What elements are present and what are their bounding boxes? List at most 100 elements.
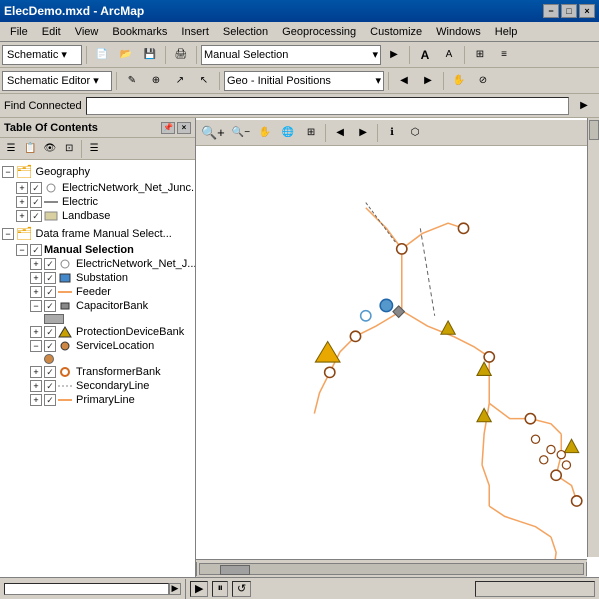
layer-secondaryline[interactable]: + ✓ SecondaryLine [28,379,195,393]
sec-expand[interactable]: + [30,380,42,392]
save-button[interactable]: 💾 [139,44,161,66]
manual-selection-dropdown[interactable]: Manual Selection ▾ [201,45,381,65]
layer-check-2[interactable]: ✓ [30,196,42,208]
font-a-button[interactable]: A [414,44,436,66]
toc-list-view[interactable]: ☰ [2,140,20,158]
minimize-button[interactable]: − [543,4,559,18]
feed-expand[interactable]: + [30,286,42,298]
menu-help[interactable]: Help [489,25,524,39]
layer-elec-net-j[interactable]: + ✓ ElectricNetwork_Net_J... [28,257,195,271]
close-button[interactable]: × [579,4,595,18]
layer-expand-3[interactable]: + [16,210,28,222]
nav-prev[interactable]: ◀ [393,70,415,92]
layer-protectiondevice[interactable]: + ✓ ProtectionDeviceBank [28,325,195,339]
toc-options[interactable]: ☰ [85,140,103,158]
toc-scroll-right[interactable]: ▶ [169,583,181,595]
map-scrollbar-bottom[interactable] [196,559,587,577]
cursor-tool[interactable]: ↖ [193,70,215,92]
extra-tool[interactable]: ⊘ [472,70,494,92]
zoom-out-tool[interactable]: 🔍− [229,122,253,144]
cap-expand[interactable]: − [30,300,42,312]
find-go-button[interactable]: ▶ [573,95,595,117]
layer-check-1[interactable]: ✓ [30,182,42,194]
identify-tool[interactable]: ℹ [381,122,403,144]
serv-check[interactable]: ✓ [44,340,56,352]
layer-electric-net-junc[interactable]: + ✓ ElectricNetwork_Net_Junc... [14,181,195,195]
sub-expand[interactable]: + [30,272,42,284]
layer-capacitorbank[interactable]: − ✓ CapacitorBank [28,299,195,313]
enj-expand[interactable]: + [30,258,42,270]
toc-scrollbar[interactable] [4,583,169,595]
new-button[interactable]: 📄 [91,44,113,66]
scrollbar-thumb-right[interactable] [589,120,599,140]
font-a2-button[interactable]: A [438,44,460,66]
layer-primaryline[interactable]: + ✓ PrimaryLine [28,393,195,407]
layer-manual-selection[interactable]: − ✓ Manual Selection [14,243,195,257]
toc-close-button[interactable]: × [177,122,191,134]
feed-check[interactable]: ✓ [44,286,56,298]
refresh-status[interactable]: ↺ [232,581,251,597]
globe-tool[interactable]: 🌐 [277,122,299,144]
scrollbar-track-bottom[interactable] [199,563,584,575]
menu-bookmarks[interactable]: Bookmarks [106,25,173,39]
prot-check[interactable]: ✓ [44,326,56,338]
pan-map-tool[interactable]: ✋ [254,122,276,144]
arrow-tool[interactable]: ↗ [169,70,191,92]
play-status[interactable]: ▶ [190,581,208,597]
edit2-tool[interactable]: ⊕ [145,70,167,92]
select-tool[interactable]: ⬡ [404,122,426,144]
ms-expand[interactable]: − [16,244,28,256]
menu-view[interactable]: View [69,25,105,39]
geography-expand[interactable]: − [2,166,14,178]
sec-check[interactable]: ✓ [44,380,56,392]
menu-insert[interactable]: Insert [175,25,215,39]
menu-selection[interactable]: Selection [217,25,274,39]
menu-windows[interactable]: Windows [430,25,487,39]
layer-check-3[interactable]: ✓ [30,210,42,222]
maximize-button[interactable]: □ [561,4,577,18]
menu-geoprocessing[interactable]: Geoprocessing [276,25,362,39]
schematic-dropdown[interactable]: Schematic ▾ [2,45,82,65]
layer-landbase[interactable]: + ✓ Landbase [14,209,195,223]
print-button[interactable]: 🖨 [170,44,192,66]
go-button[interactable]: ▶ [383,44,405,66]
ms-check[interactable]: ✓ [30,244,42,256]
manual-expand[interactable]: − [2,228,14,240]
toc-pin-button[interactable]: 📌 [161,122,175,134]
nav-next[interactable]: ▶ [417,70,439,92]
manual-group-row[interactable]: − 🗂 Data frame Manual Select... [0,225,195,243]
prim-expand[interactable]: + [30,394,42,406]
layer-expand-2[interactable]: + [16,196,28,208]
map-scrollbar-right[interactable] [587,118,599,557]
enj-check[interactable]: ✓ [44,258,56,270]
prot-expand[interactable]: + [30,326,42,338]
edit-tool[interactable]: ✎ [121,70,143,92]
serv-expand[interactable]: − [30,340,42,352]
geography-group-row[interactable]: − 🗂 Geography [0,163,195,181]
layer-substation[interactable]: + ✓ Substation [28,271,195,285]
toc-source-view[interactable]: 📋 [21,140,39,158]
prim-check[interactable]: ✓ [44,394,56,406]
schematic-editor-dropdown[interactable]: Schematic Editor ▾ [2,71,112,91]
menu-file[interactable]: File [4,25,34,39]
layer-expand-1[interactable]: + [16,182,28,194]
pause-status[interactable]: ⏸ [212,581,228,597]
layer-transformerbank[interactable]: + ✓ TransformerBank [28,365,195,379]
trans-expand[interactable]: + [30,366,42,378]
back-extent-tool[interactable]: ◀ [329,122,351,144]
toc-visibility-view[interactable]: 👁 [40,140,59,158]
trans-check[interactable]: ✓ [44,366,56,378]
geo-positions-dropdown[interactable]: Geo - Initial Positions ▾ [224,71,384,91]
extra2-button[interactable]: ≡ [493,44,515,66]
extra1-button[interactable]: ⊞ [469,44,491,66]
layer-feeder[interactable]: + ✓ Feeder [28,285,195,299]
sub-check[interactable]: ✓ [44,272,56,284]
find-connected-input[interactable] [86,97,569,115]
forward-extent-tool[interactable]: ▶ [352,122,374,144]
cap-check[interactable]: ✓ [44,300,56,312]
pan-tool[interactable]: ✋ [448,70,470,92]
map-canvas[interactable] [196,146,587,577]
zoom-in-tool[interactable]: 🔍+ [198,122,228,144]
layer-electric[interactable]: + ✓ Electric [14,195,195,209]
toc-selection-view[interactable]: ⊡ [60,140,78,158]
